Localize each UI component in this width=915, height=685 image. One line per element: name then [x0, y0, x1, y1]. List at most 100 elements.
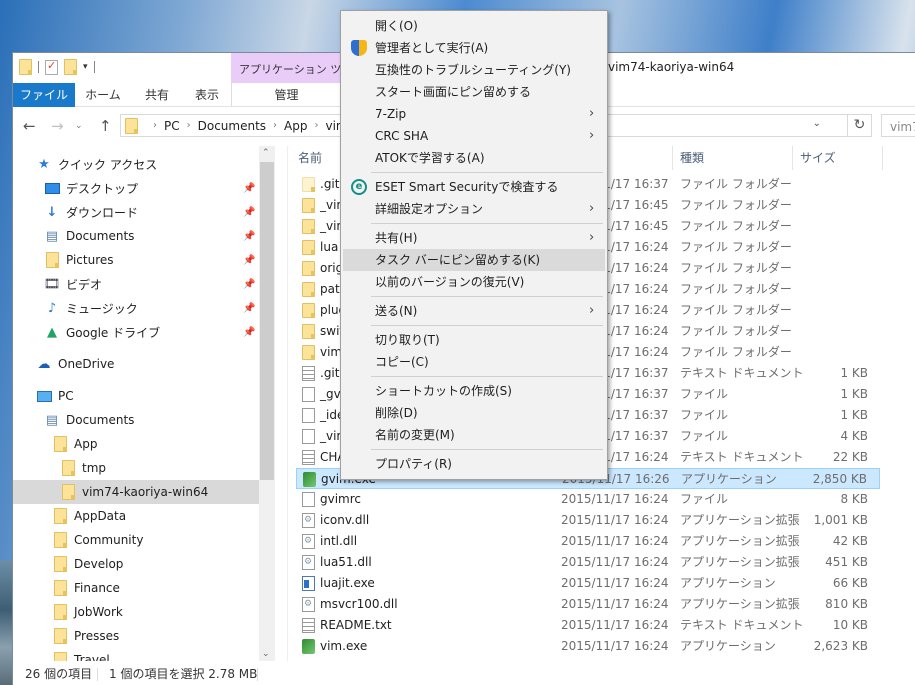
nav-item-travel[interactable]: Travel [13, 648, 259, 661]
context-menu-item[interactable]: コピー(C) [343, 351, 605, 373]
file-type: ファイル フォルダー [680, 261, 792, 275]
column-divider[interactable] [672, 146, 673, 170]
vim-icon [302, 639, 315, 654]
context-menu-item[interactable]: e ESET Smart Securityで検査する [343, 176, 605, 198]
recent-locations-chevron-icon[interactable]: ⌄ [75, 121, 83, 131]
file-row[interactable]: iconv.dll 2015/11/17 16:24 アプリケーション拡張 1,001… [296, 510, 880, 531]
file-row[interactable]: gvimrc 2015/11/17 16:24 ファイル 8 KB [296, 489, 880, 510]
context-menu-item[interactable]: 以前のバージョンの復元(V) [343, 271, 605, 293]
file-row[interactable]: README.txt 2015/11/17 16:24 テキスト ドキュメント 10 … [296, 615, 880, 636]
submenu-chevron-icon: › [589, 106, 595, 121]
nav-item-label: OneDrive [58, 357, 115, 371]
context-menu-item[interactable]: CRC SHA › [343, 125, 605, 147]
google-drive-icon: ▲ [47, 324, 57, 340]
context-menu-item[interactable]: 7-Zip › [343, 103, 605, 125]
nav-item-app[interactable]: App [13, 432, 259, 456]
nav-item-documents-pc[interactable]: ▤ Documents [13, 408, 259, 432]
column-divider[interactable] [882, 146, 883, 170]
pin-icon[interactable]: 📌 [243, 231, 255, 242]
context-menu-item[interactable]: 詳細設定オプション › [343, 198, 605, 220]
tab-manage[interactable]: 管理 [231, 83, 341, 107]
navigation-pane-scrollbar[interactable]: ⌃ ⌄ [259, 146, 275, 661]
refresh-icon[interactable]: ↻ [848, 114, 872, 137]
nav-item-presses[interactable]: Presses [13, 624, 259, 648]
breadcrumb-separator[interactable]: › [187, 120, 191, 131]
pin-icon[interactable]: 📌 [243, 183, 255, 194]
breadcrumb-separator[interactable]: › [273, 120, 277, 131]
tab-home[interactable]: ホーム [75, 83, 131, 107]
nav-item-onedrive[interactable]: ☁ OneDrive [13, 352, 259, 376]
customize-toolbar-icon[interactable]: ▾ [83, 62, 88, 72]
nav-item-google-drive[interactable]: ▲ Google ドライブ 📌 [13, 320, 259, 344]
file-row[interactable]: lua51.dll 2015/11/17 16:24 アプリケーション拡張 451 K… [296, 552, 880, 573]
nav-item-jobwork[interactable]: JobWork [13, 600, 259, 624]
context-menu-item[interactable]: 開く(O) [343, 15, 605, 37]
search-input[interactable]: vim74-kaoriya-win64の検索 [881, 114, 915, 137]
menu-item-label: 開く(O) [375, 19, 418, 33]
pin-icon[interactable]: 📌 [243, 303, 255, 314]
column-header-name[interactable]: 名前 [298, 146, 322, 170]
nav-item-develop[interactable]: Develop [13, 552, 259, 576]
pin-icon[interactable]: 📌 [243, 207, 255, 218]
scroll-up-arrow-icon[interactable]: ⌃ [262, 148, 270, 158]
context-menu-item[interactable]: 互換性のトラブルシューティング(Y) [343, 59, 605, 81]
nav-item-pc[interactable]: PC [13, 384, 259, 408]
scrollbar-thumb[interactable] [260, 162, 274, 480]
tab-share[interactable]: 共有 [131, 83, 183, 107]
column-header-size[interactable]: サイズ [800, 146, 836, 170]
tab-file[interactable]: ファイル [13, 83, 75, 107]
file-row[interactable]: luajit.exe 2015/11/17 16:24 アプリケーション 66 KB [296, 573, 880, 594]
context-menu-item[interactable]: スタート画面にピン留めする [343, 81, 605, 103]
pin-icon[interactable]: 📌 [243, 255, 255, 266]
new-folder-icon[interactable] [64, 59, 77, 75]
column-header-type[interactable]: 種類 [680, 146, 704, 170]
file-icon [302, 387, 315, 402]
nav-item-quick-access[interactable]: ★ クイック アクセス [13, 152, 259, 176]
pin-icon[interactable]: 📌 [243, 279, 255, 290]
address-dropdown-icon[interactable]: ⌄ [813, 118, 821, 129]
menu-item-label: プロパティ(R) [375, 457, 452, 471]
nav-item-tmp[interactable]: tmp [13, 456, 259, 480]
context-menu-item[interactable]: タスク バーにピン留めする(K) [343, 249, 605, 271]
nav-item-videos[interactable]: 🎞 ビデオ 📌 [13, 272, 259, 296]
up-arrow-icon[interactable]: ↑ [99, 117, 112, 135]
file-row[interactable]: intl.dll 2015/11/17 16:24 アプリケーション拡張 42 KB [296, 531, 880, 552]
tab-view[interactable]: 表示 [183, 83, 231, 107]
breadcrumb-separator[interactable]: › [153, 120, 157, 131]
back-arrow-icon[interactable]: ← [23, 117, 36, 135]
nav-item-vim74-kaoriya-win64[interactable]: vim74-kaoriya-win64 [13, 480, 259, 504]
properties-icon[interactable] [45, 59, 58, 75]
nav-item-community[interactable]: Community [13, 528, 259, 552]
file-row[interactable]: vim.exe 2015/11/17 16:24 アプリケーション 2,623 KB [296, 636, 880, 657]
context-menu-item[interactable]: 切り取り(T) [343, 329, 605, 351]
folder-icon[interactable] [19, 59, 32, 75]
nav-item-pictures[interactable]: Pictures 📌 [13, 248, 259, 272]
shield-icon [351, 40, 367, 56]
breadcrumb-pc[interactable]: PC [164, 119, 180, 133]
nav-item-music[interactable]: ♪ ミュージック 📌 [13, 296, 259, 320]
context-menu-item[interactable]: ショートカットの作成(S) [343, 380, 605, 402]
context-menu-item[interactable]: 管理者として実行(A) [343, 37, 605, 59]
scroll-down-arrow-icon[interactable]: ⌄ [262, 649, 270, 659]
context-menu-item[interactable]: 共有(H) › [343, 227, 605, 249]
nav-item-appdata[interactable]: AppData [13, 504, 259, 528]
forward-arrow-icon[interactable]: → [51, 117, 64, 135]
context-menu-item[interactable]: プロパティ(R) [343, 453, 605, 475]
file-row[interactable]: msvcr100.dll 2015/11/17 16:24 アプリケーション拡張 81… [296, 594, 880, 615]
context-menu-item[interactable]: 削除(D) [343, 402, 605, 424]
context-menu-item[interactable]: 送る(N) › [343, 300, 605, 322]
folder-icon [51, 556, 69, 572]
folder-icon [59, 484, 77, 500]
nav-item-downloads[interactable]: ↓ ダウンロード 📌 [13, 200, 259, 224]
nav-item-documents[interactable]: ▤ Documents 📌 [13, 224, 259, 248]
nav-item-desktop[interactable]: デスクトップ 📌 [13, 176, 259, 200]
column-divider[interactable] [792, 146, 793, 170]
nav-item-finance[interactable]: Finance [13, 576, 259, 600]
breadcrumb-documents[interactable]: Documents [198, 119, 266, 133]
context-menu-item[interactable]: ATOKで学習する(A) [343, 147, 605, 169]
folder-icon [125, 117, 138, 134]
breadcrumb-separator[interactable]: › [315, 120, 319, 131]
pin-icon[interactable]: 📌 [243, 327, 255, 338]
context-menu-item[interactable]: 名前の変更(M) [343, 424, 605, 446]
breadcrumb-app[interactable]: App [284, 119, 307, 133]
